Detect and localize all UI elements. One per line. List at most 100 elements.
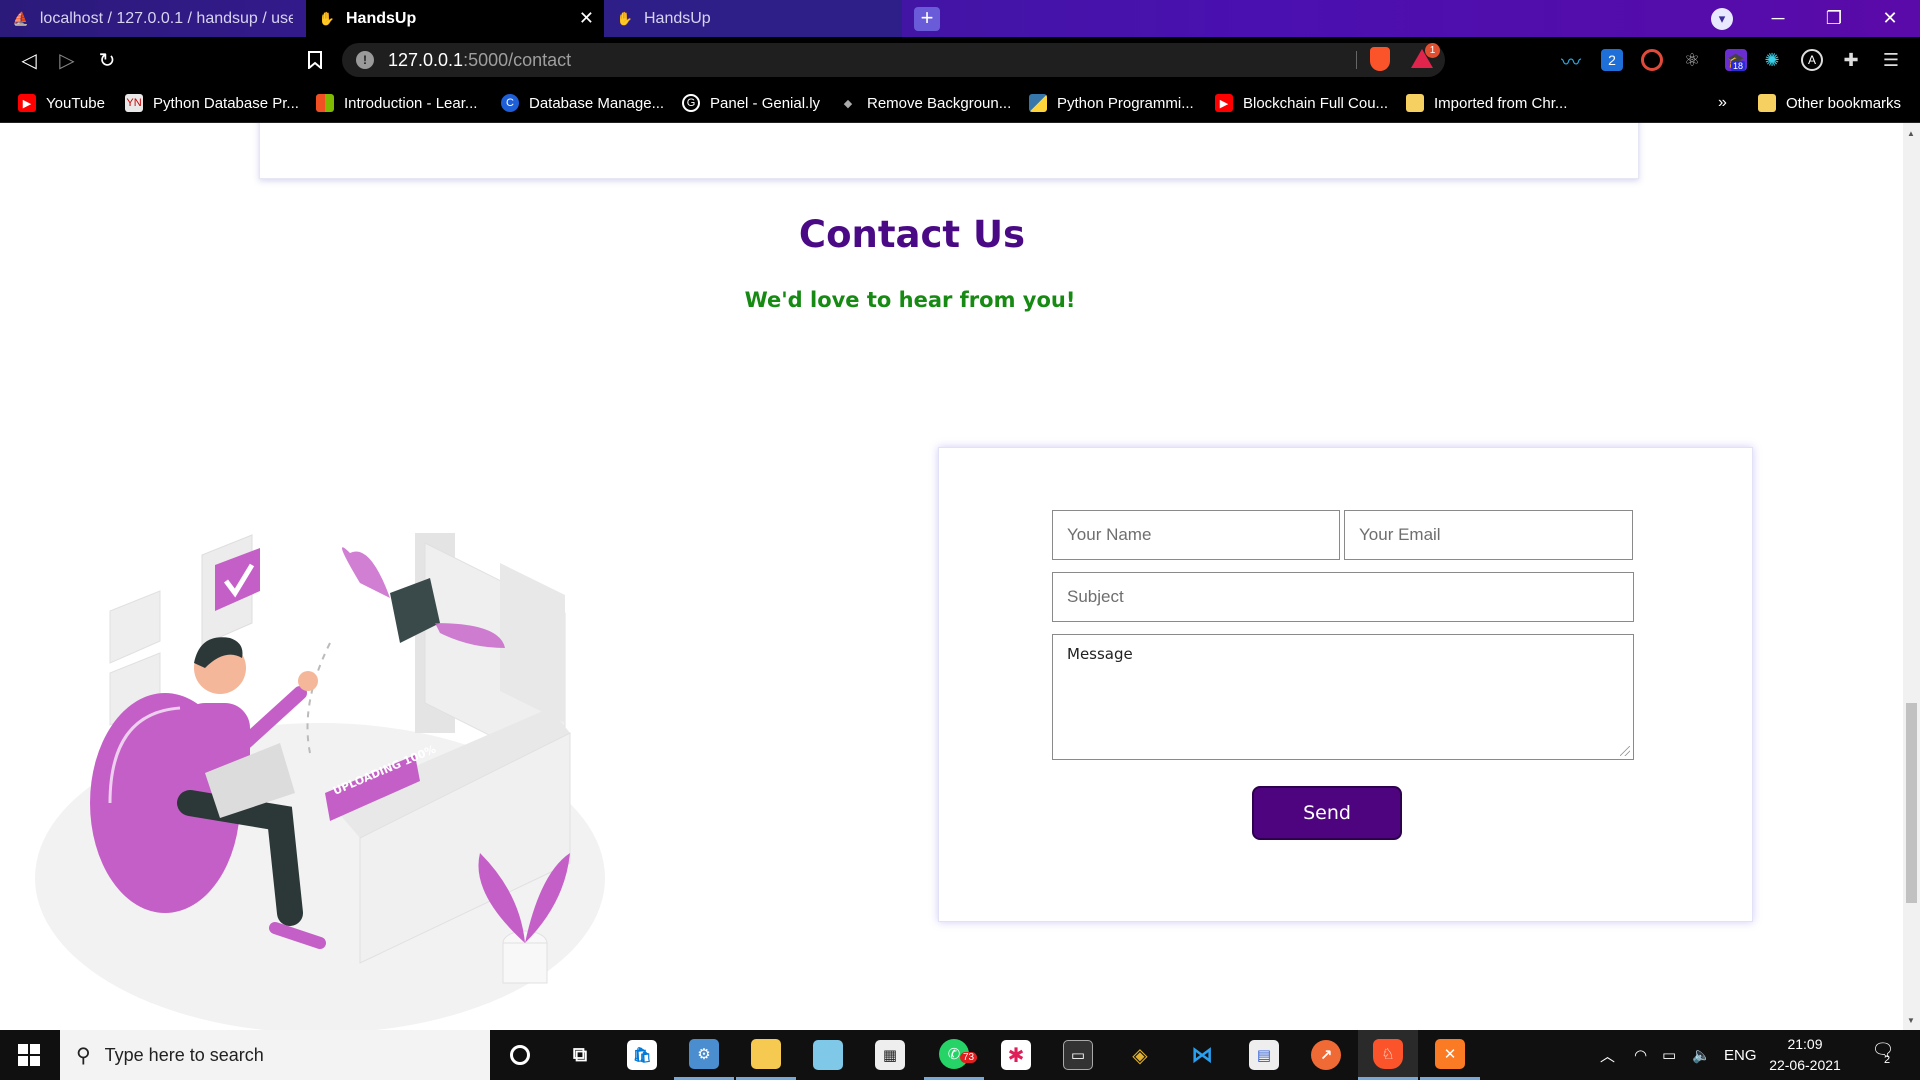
scrollbar-thumb[interactable] <box>1906 703 1917 903</box>
show-hidden-icons-icon[interactable]: ︿ <box>1600 1030 1615 1080</box>
taskbar-search-placeholder: Type here to search <box>104 1044 264 1065</box>
minimize-window-icon[interactable]: ─ <box>1750 0 1806 37</box>
folder-icon <box>1406 94 1424 112</box>
brave-browser-icon[interactable]: ♘ <box>1358 1030 1418 1080</box>
layers-icon: ◆ <box>843 97 853 110</box>
tab-handsup-active[interactable]: ✋ HandsUp ✕ <box>306 0 604 37</box>
bookmark-database-manage[interactable]: C Database Manage... <box>501 83 664 123</box>
microsoft-store-icon[interactable]: 🛍 <box>612 1030 672 1080</box>
reload-icon[interactable]: ↻ <box>92 45 122 75</box>
number-extension-icon[interactable]: 2 <box>1601 49 1623 71</box>
file-explorer-icon[interactable] <box>736 1030 796 1080</box>
send-button[interactable]: Send <box>1252 786 1402 840</box>
bookmark-icon[interactable] <box>300 45 330 75</box>
contact-illustration: UPLOADING 100% <box>35 533 605 1030</box>
wifi-icon[interactable]: ◠ <box>1634 1030 1647 1080</box>
bookmark-youtube[interactable]: ▶ YouTube <box>18 83 105 123</box>
control-panel-icon[interactable]: ⚙ <box>674 1030 734 1080</box>
battery-icon[interactable]: ▭ <box>1662 1030 1676 1080</box>
bookmark-introduction[interactable]: Introduction - Lear... <box>316 83 477 123</box>
bookmarks-overflow-button[interactable]: » <box>1718 83 1727 123</box>
previous-section-card <box>259 123 1639 179</box>
scroll-down-arrow-icon[interactable]: ▼ <box>1907 1016 1915 1025</box>
vscode-icon[interactable]: ⋈ <box>1172 1030 1232 1080</box>
profile-menu-icon[interactable]: ▾ <box>1711 8 1733 30</box>
postman-icon[interactable]: ↗ <box>1296 1030 1356 1080</box>
page-scrollbar[interactable]: ▲ ▼ <box>1903 123 1920 1030</box>
close-window-icon[interactable]: ✕ <box>1862 0 1918 37</box>
email-input[interactable]: Your Email <box>1344 510 1633 560</box>
notification-count: 2 <box>1884 1054 1891 1066</box>
email-placeholder: Your Email <box>1359 525 1441 544</box>
browser-tab-bar: ⛵ localhost / 127.0.0.1 / handsup / user… <box>0 0 1920 37</box>
xampp-icon[interactable]: ✕ <box>1420 1030 1480 1080</box>
folder-wing <box>342 547 390 598</box>
bookmark-python-database[interactable]: YN Python Database Pr... <box>125 83 299 123</box>
subject-placeholder: Subject <box>1067 587 1124 606</box>
youtube-icon: ▶ <box>1215 94 1233 112</box>
task-view-icon[interactable]: ⧉ <box>550 1030 610 1080</box>
git-kraken-icon[interactable]: ◈ <box>1110 1030 1170 1080</box>
back-icon[interactable]: ◁ <box>14 45 44 75</box>
color-wheel-extension-icon[interactable] <box>1641 49 1663 71</box>
bookmark-blockchain[interactable]: ▶ Blockchain Full Cou... <box>1215 83 1388 123</box>
genially-icon: G <box>682 94 700 112</box>
wave-extension-icon[interactable]: 〰 <box>1560 49 1582 74</box>
brave-shields-icon[interactable] <box>1370 47 1390 71</box>
bookmark-genially[interactable]: G Panel - Genial.ly <box>682 83 820 123</box>
omnibox-divider <box>1356 51 1357 69</box>
message-placeholder: Message <box>1067 645 1133 663</box>
bookmark-folder-other[interactable]: Other bookmarks <box>1758 83 1901 123</box>
clock-date: 22-06-2021 <box>1769 1057 1841 1073</box>
person-hand <box>298 671 318 691</box>
notification-center-icon[interactable]: 🗨 2 <box>1868 1040 1898 1070</box>
volume-icon[interactable]: 🔈 <box>1692 1030 1711 1080</box>
subject-input[interactable]: Subject <box>1052 572 1634 622</box>
site-info-icon[interactable]: ! <box>356 51 374 69</box>
search-icon: ⚲ <box>76 1044 91 1067</box>
name-input[interactable]: Your Name <box>1052 510 1340 560</box>
account-icon[interactable]: A <box>1801 49 1823 71</box>
tab-title: HandsUp <box>644 9 711 27</box>
c-logo-icon: C <box>501 94 519 112</box>
page-viewport: Contact Us We'd love to hear from you! U… <box>0 123 1920 1030</box>
message-textarea[interactable]: Message <box>1052 634 1634 760</box>
yn-icon: YN <box>125 94 143 112</box>
resize-grip-icon[interactable] <box>1620 746 1630 756</box>
tab-handsup[interactable]: ✋ HandsUp <box>604 0 902 37</box>
calculator-icon[interactable]: ▦ <box>860 1030 920 1080</box>
slack-icon[interactable]: ✱ <box>986 1030 1046 1080</box>
restore-window-icon[interactable]: ❐ <box>1806 0 1862 37</box>
bookmark-folder-imported[interactable]: Imported from Chr... <box>1406 83 1567 123</box>
taskbar-clock[interactable]: 21:09 22-06-2021 <box>1762 1034 1848 1076</box>
browser-menu-icon[interactable]: ☰ <box>1880 49 1902 71</box>
gear-extension-icon[interactable]: ✺ <box>1761 49 1783 71</box>
bookmark-remove-background[interactable]: ◆ Remove Backgroun... <box>839 83 1011 123</box>
notepad-icon[interactable] <box>798 1030 858 1080</box>
image-frame-icon <box>109 590 161 664</box>
address-url: 127.0.0.1:5000/contact <box>388 49 572 70</box>
react-devtools-icon[interactable]: ⚛ <box>1681 49 1703 71</box>
whatsapp-icon[interactable]: ✆ 73 <box>924 1030 984 1080</box>
windows-logo-icon <box>18 1044 40 1066</box>
new-tab-button[interactable]: + <box>914 7 940 31</box>
terminal-icon[interactable]: ▭ <box>1048 1030 1108 1080</box>
taskbar-search-box[interactable]: ⚲ Type here to search <box>60 1030 490 1080</box>
graduation-extension-icon[interactable]: 🎓 18 <box>1725 49 1747 71</box>
brave-rewards-icon[interactable]: 1 <box>1410 43 1440 71</box>
tab-phpmyadmin[interactable]: ⛵ localhost / 127.0.0.1 / handsup / user… <box>0 0 305 37</box>
extension-badge: 18 <box>1731 61 1746 71</box>
bookmark-python-programming[interactable]: Python Programmi... <box>1029 83 1194 123</box>
close-tab-icon[interactable]: ✕ <box>579 8 594 29</box>
whatsapp-badge: 73 <box>960 1052 978 1063</box>
tab-title: HandsUp <box>346 9 417 27</box>
cortana-icon[interactable] <box>490 1030 550 1080</box>
forward-icon[interactable]: ▷ <box>52 45 82 75</box>
scroll-up-arrow-icon[interactable]: ▲ <box>1907 129 1915 138</box>
document-editor-icon[interactable]: ▤ <box>1234 1030 1294 1080</box>
name-placeholder: Your Name <box>1067 525 1152 544</box>
language-indicator[interactable]: ENG <box>1724 1030 1757 1080</box>
windows-start-button[interactable] <box>0 1030 58 1080</box>
extensions-puzzle-icon[interactable]: ✚ <box>1840 49 1862 71</box>
address-bar[interactable]: ! 127.0.0.1:5000/contact <box>342 43 1445 77</box>
